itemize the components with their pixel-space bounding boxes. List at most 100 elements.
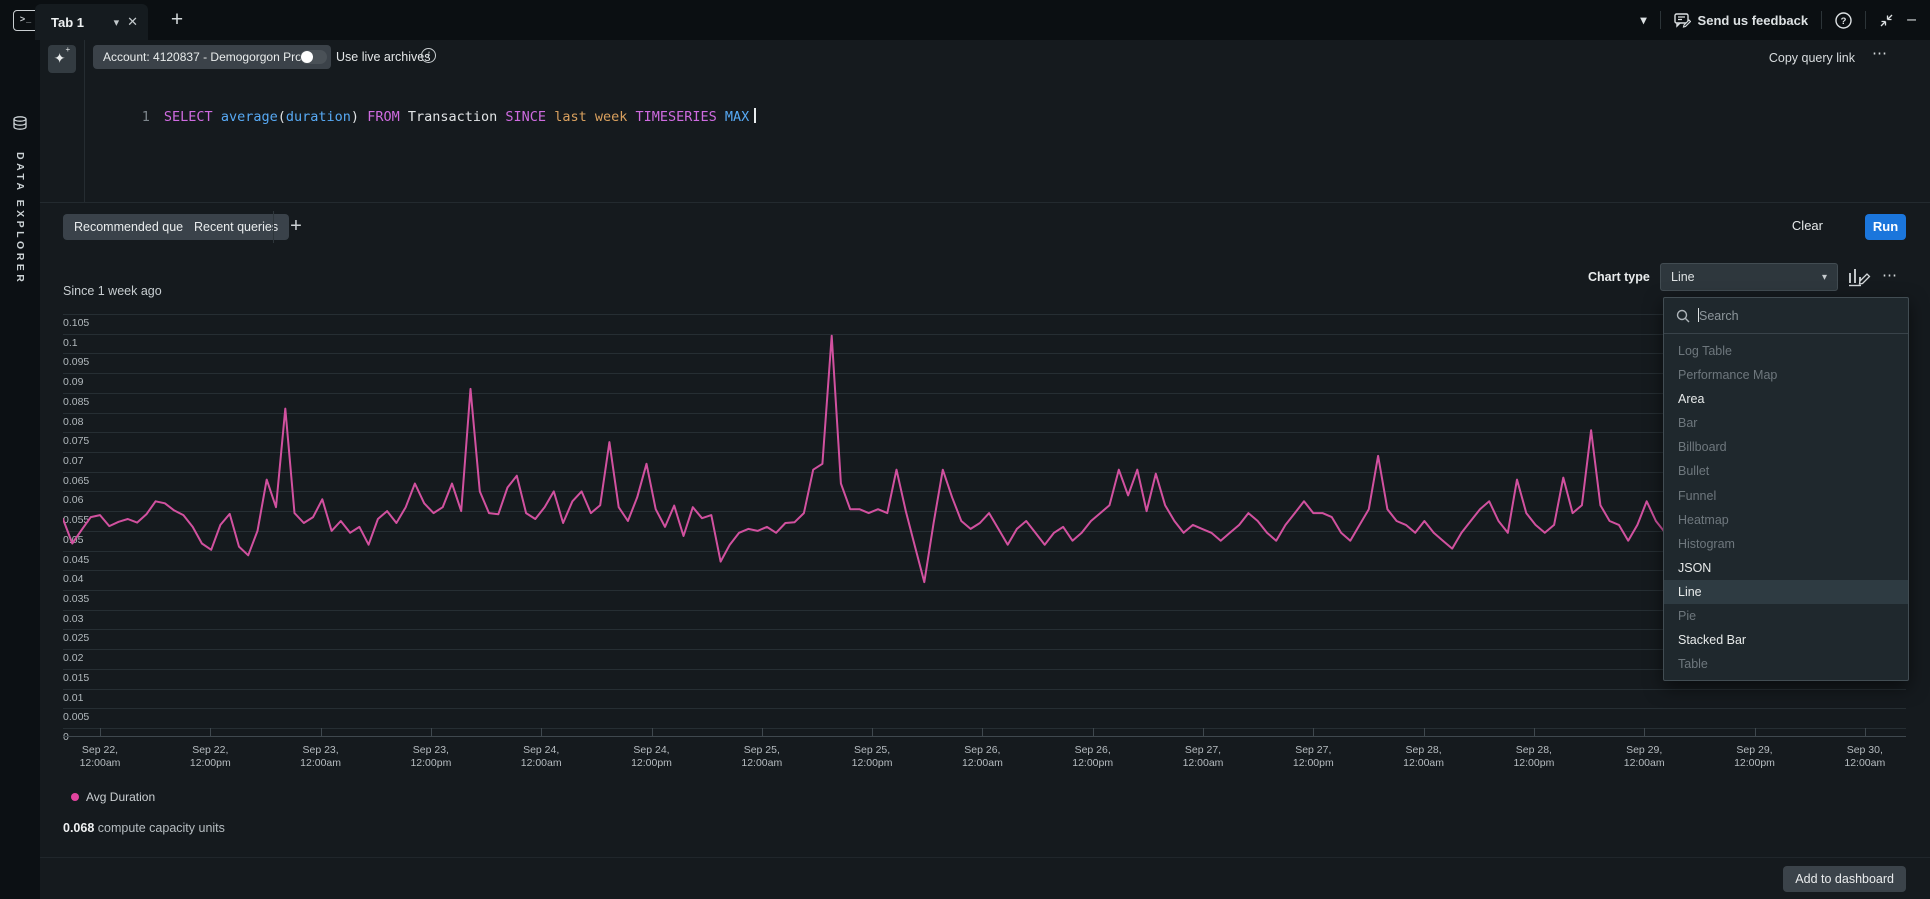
x-tick-mark	[1755, 728, 1756, 736]
menu-item-table: Table	[1664, 652, 1908, 676]
x-tick-mark	[982, 728, 983, 736]
capacity-value: 0.068	[63, 821, 94, 835]
x-tick-mark	[1313, 728, 1314, 736]
chevron-down-icon: ▾	[1822, 272, 1827, 283]
x-tick-label: Sep 26, 12:00am	[962, 744, 1003, 770]
x-tick-label: Sep 30, 12:00am	[1844, 744, 1885, 770]
tab-label: Tab 1	[51, 15, 106, 30]
copy-query-link[interactable]: Copy query link	[1769, 51, 1855, 65]
collapse-window-icon[interactable]	[1879, 13, 1894, 28]
capacity-units-label: compute capacity units	[94, 821, 225, 835]
live-archives-toggle[interactable]	[300, 50, 327, 64]
x-tick-mark	[431, 728, 432, 736]
account-selector[interactable]: Account: 4120837 - Demogorgon Prod ▾	[93, 45, 331, 69]
main-content: ✦+ Account: 4120837 - Demogorgon Prod ▾ …	[40, 40, 1930, 899]
send-feedback-button[interactable]: Send us feedback	[1674, 13, 1809, 28]
tab-1[interactable]: Tab 1 ▾ ✕	[35, 4, 148, 40]
x-tick-label: Sep 23, 12:00am	[300, 744, 341, 770]
query-token: duration	[286, 109, 351, 125]
tab-chevron-down-icon[interactable]: ▾	[114, 16, 120, 29]
recent-queries-label: Recent queries	[194, 220, 278, 234]
toggle-knob	[301, 51, 313, 63]
query-text: SELECT average(duration) FROM Transactio…	[164, 109, 749, 125]
divider	[1865, 11, 1866, 29]
y-tick-label: 0	[63, 731, 69, 743]
x-tick-mark	[1644, 728, 1645, 736]
query-token: last week	[554, 109, 627, 125]
account-selector-label: Account: 4120837 - Demogorgon Prod	[103, 50, 308, 64]
x-tick-mark	[872, 728, 873, 736]
clear-button[interactable]: Clear	[1792, 218, 1823, 233]
legend-label: Avg Duration	[86, 790, 155, 804]
ai-sparkle-button[interactable]: ✦+	[48, 45, 76, 73]
x-tick-label: Sep 28, 12:00pm	[1513, 744, 1554, 770]
x-tick-label: Sep 24, 12:00pm	[631, 744, 672, 770]
query-token: Transaction	[408, 109, 497, 125]
new-tab-button[interactable]: +	[163, 6, 191, 34]
query-token: average	[221, 109, 278, 125]
x-tick-label: Sep 24, 12:00am	[521, 744, 562, 770]
x-tick-label: Sep 27, 12:00am	[1183, 744, 1224, 770]
query-editor[interactable]: 1 SELECT average(duration) FROM Transacti…	[93, 92, 756, 141]
grid-line	[63, 728, 1906, 729]
x-tick-mark	[1534, 728, 1535, 736]
divider	[1821, 11, 1822, 29]
help-icon[interactable]: ?	[1835, 12, 1852, 29]
run-button[interactable]: Run	[1865, 214, 1906, 240]
window-chevron-down-icon[interactable]: ▾	[1641, 13, 1647, 27]
chart-type-label: Chart type	[1588, 270, 1650, 284]
left-rail: DATA EXPLORER	[0, 40, 40, 899]
x-tick-label: Sep 23, 12:00pm	[410, 744, 451, 770]
menu-item-log-table: Log Table	[1664, 339, 1908, 363]
query-more-icon[interactable]: ⋯	[1872, 44, 1888, 62]
line-number: 1	[142, 109, 150, 125]
menu-item-stacked-bar[interactable]: Stacked Bar	[1664, 628, 1908, 652]
x-tick-label: Sep 28, 12:00am	[1403, 744, 1444, 770]
add-query-button[interactable]: +	[283, 213, 309, 239]
chart-type-select[interactable]: Line ▾	[1660, 263, 1838, 291]
menu-item-pie: Pie	[1664, 604, 1908, 628]
x-tick-mark	[1424, 728, 1425, 736]
query-token: (	[278, 109, 286, 125]
tab-close-icon[interactable]: ✕	[127, 14, 138, 30]
menu-item-json[interactable]: JSON	[1664, 556, 1908, 580]
menu-item-performance-map: Performance Map	[1664, 363, 1908, 387]
divider	[84, 40, 85, 202]
data-explorer-app: >_ Tab 1 ▾ ✕ + ▾ Send us feedback	[0, 0, 1930, 899]
info-icon[interactable]: i	[421, 48, 436, 63]
menu-item-funnel: Funnel	[1664, 484, 1908, 508]
minimize-icon[interactable]: –	[1907, 11, 1916, 29]
send-feedback-label: Send us feedback	[1698, 13, 1809, 28]
add-to-dashboard-button[interactable]: Add to dashboard	[1783, 866, 1906, 892]
query-token	[400, 109, 408, 125]
query-token: SELECT	[164, 109, 213, 125]
chart-type-menu: Search Log TablePerformance MapAreaBarBi…	[1663, 297, 1909, 681]
search-icon	[1676, 309, 1690, 323]
chart-type-search[interactable]: Search	[1664, 298, 1908, 334]
menu-item-line[interactable]: Line	[1664, 580, 1908, 604]
x-tick-label: Sep 22, 12:00am	[80, 744, 121, 770]
divider	[40, 857, 1930, 858]
divider	[273, 211, 274, 243]
menu-item-heatmap: Heatmap	[1664, 508, 1908, 532]
edit-chart-icon[interactable]	[1846, 265, 1872, 289]
x-tick-mark	[1865, 728, 1866, 736]
menu-item-bullet: Bullet	[1664, 459, 1908, 483]
chart-more-icon[interactable]: ⋯	[1882, 266, 1899, 284]
legend-item-avg-duration[interactable]: Avg Duration	[71, 790, 155, 804]
svg-text:?: ?	[1841, 16, 1847, 27]
x-tick-mark	[1093, 728, 1094, 736]
menu-item-area[interactable]: Area	[1664, 387, 1908, 411]
x-tick-label: Sep 25, 12:00am	[741, 744, 782, 770]
x-tick-label: Sep 26, 12:00pm	[1072, 744, 1113, 770]
x-tick-mark	[210, 728, 211, 736]
top-bar: >_ Tab 1 ▾ ✕ + ▾ Send us feedback	[0, 0, 1930, 40]
menu-item-histogram: Histogram	[1664, 532, 1908, 556]
menu-item-bar: Bar	[1664, 411, 1908, 435]
menu-item-billboard: Billboard	[1664, 435, 1908, 459]
feedback-icon	[1674, 13, 1691, 28]
x-axis-line	[63, 736, 1906, 737]
x-tick-mark	[652, 728, 653, 736]
x-tick-mark	[541, 728, 542, 736]
x-tick-mark	[321, 728, 322, 736]
